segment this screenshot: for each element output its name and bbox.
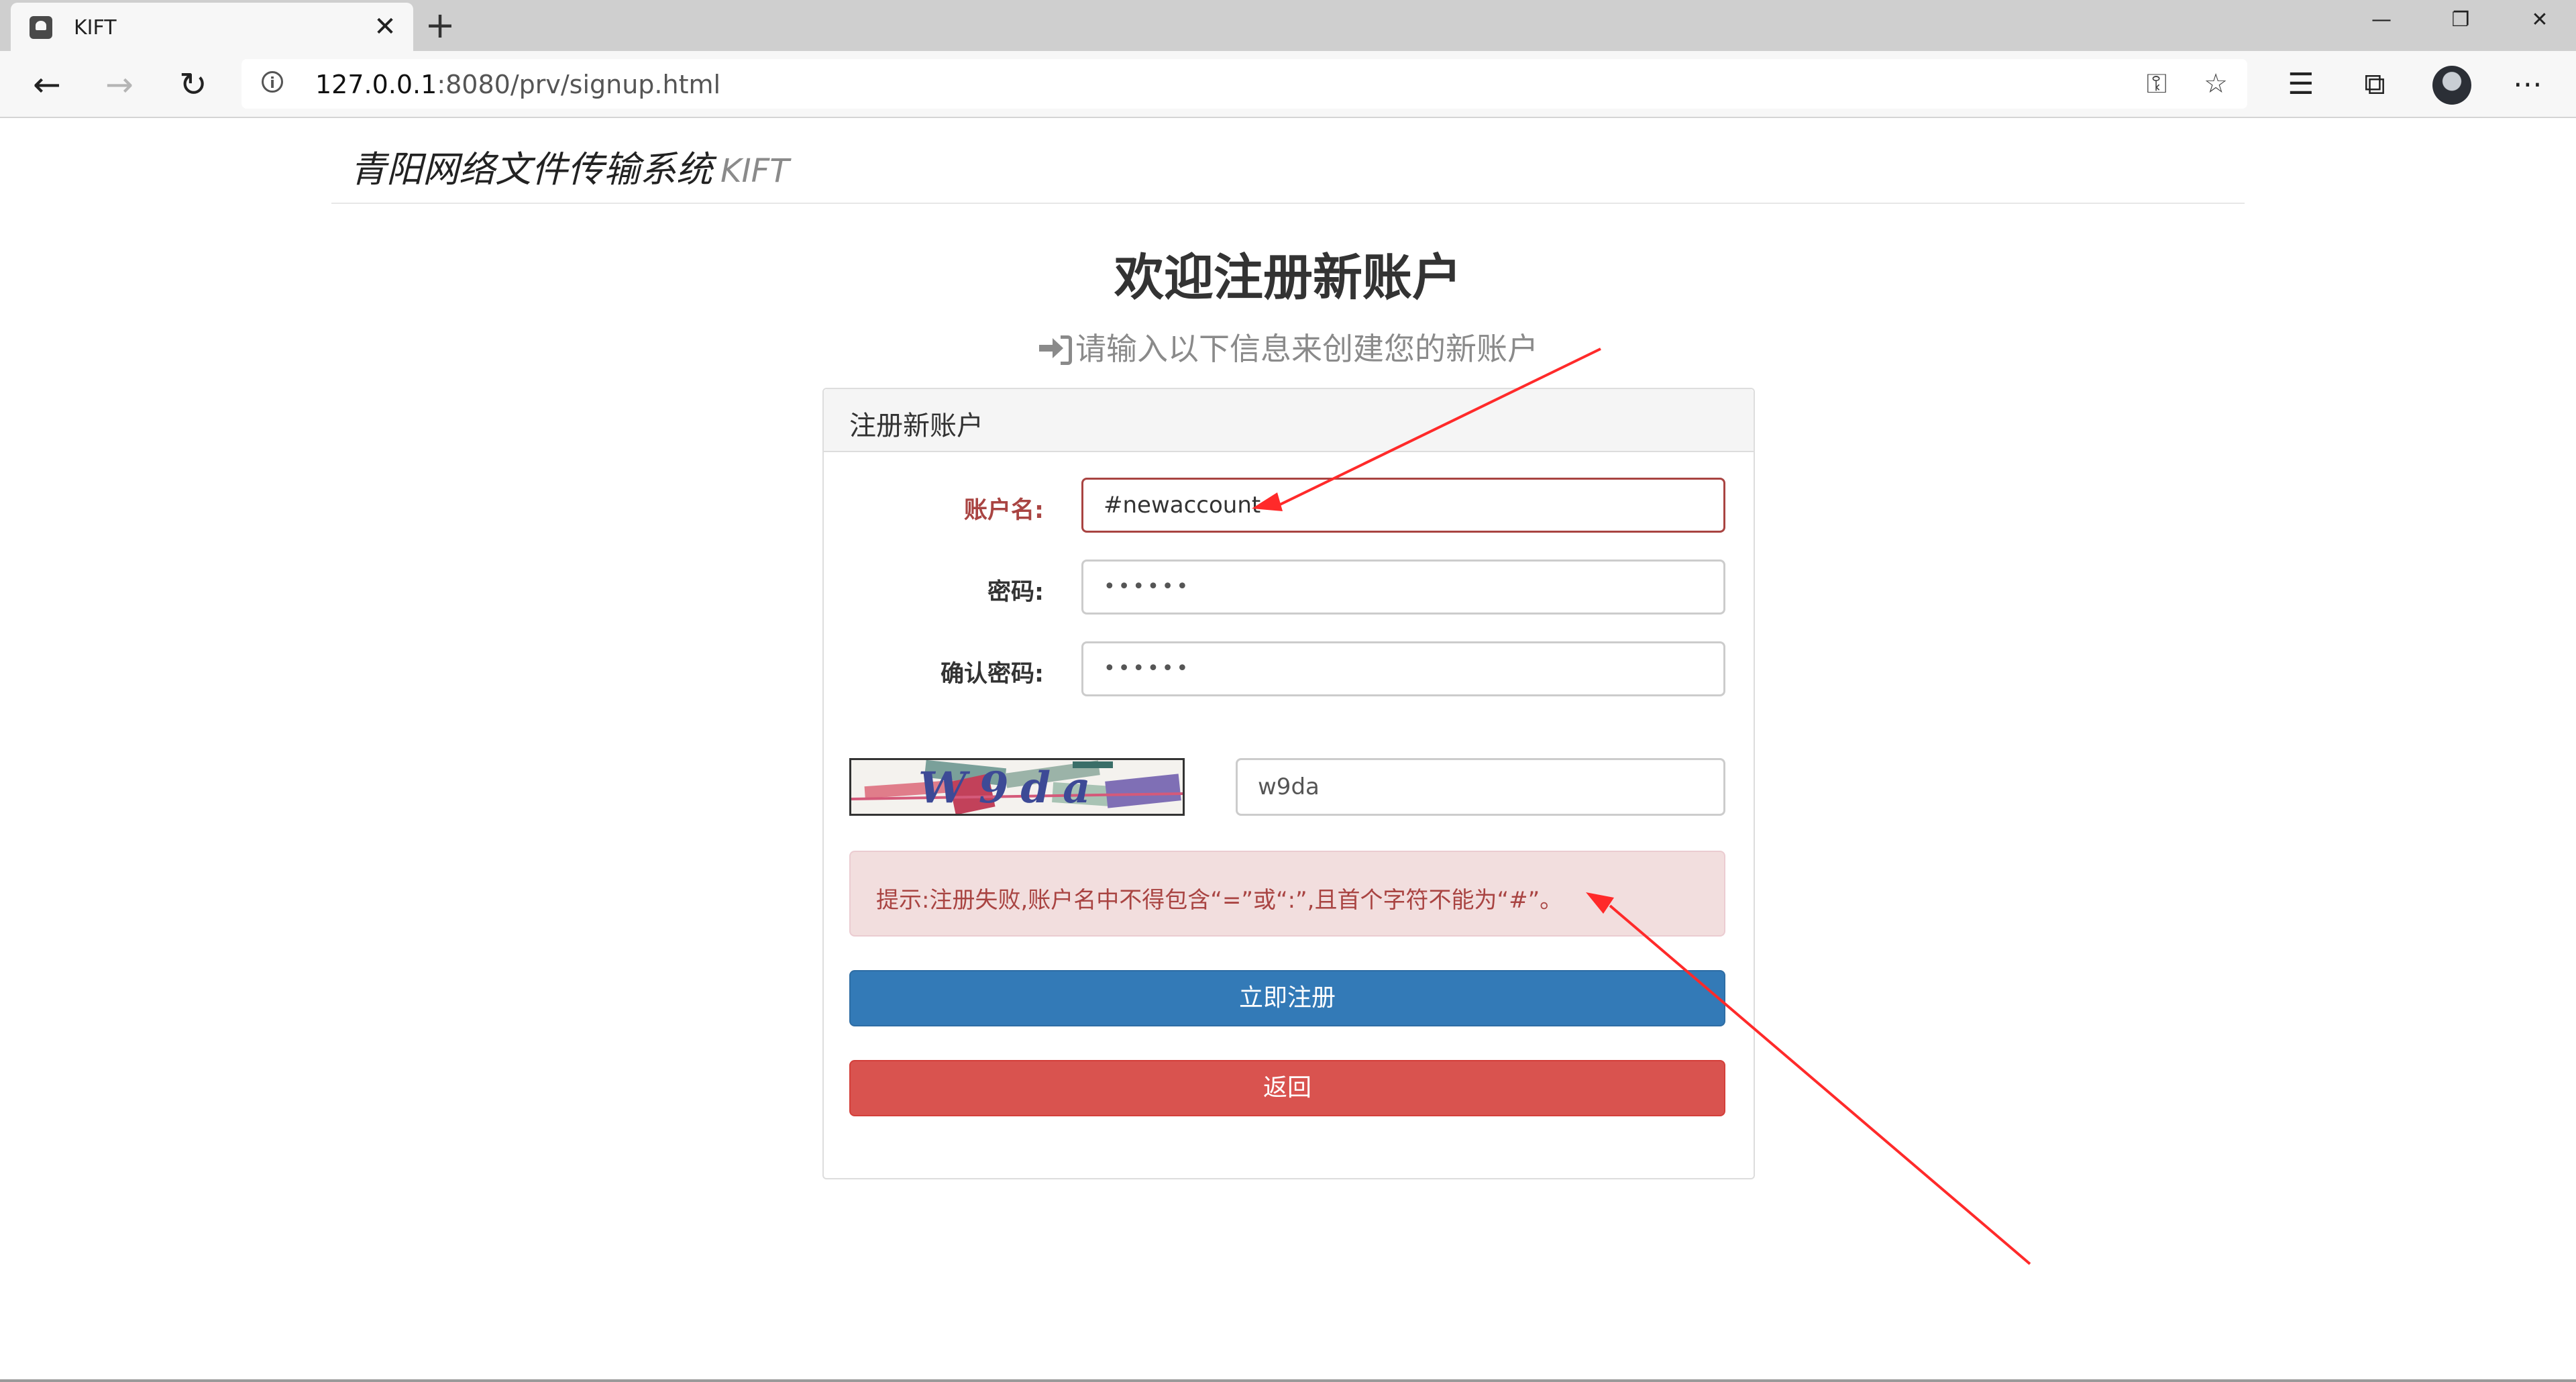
annotation-arrows: [1252, 348, 2031, 1265]
annotation-arrowhead: [1586, 892, 1614, 914]
annotation-arrow-line: [1609, 904, 2031, 1265]
annotation-arrow-line: [1274, 348, 1601, 509]
annotation-arrowhead: [1252, 492, 1283, 511]
window-bottom-border: [0, 1379, 2576, 1382]
